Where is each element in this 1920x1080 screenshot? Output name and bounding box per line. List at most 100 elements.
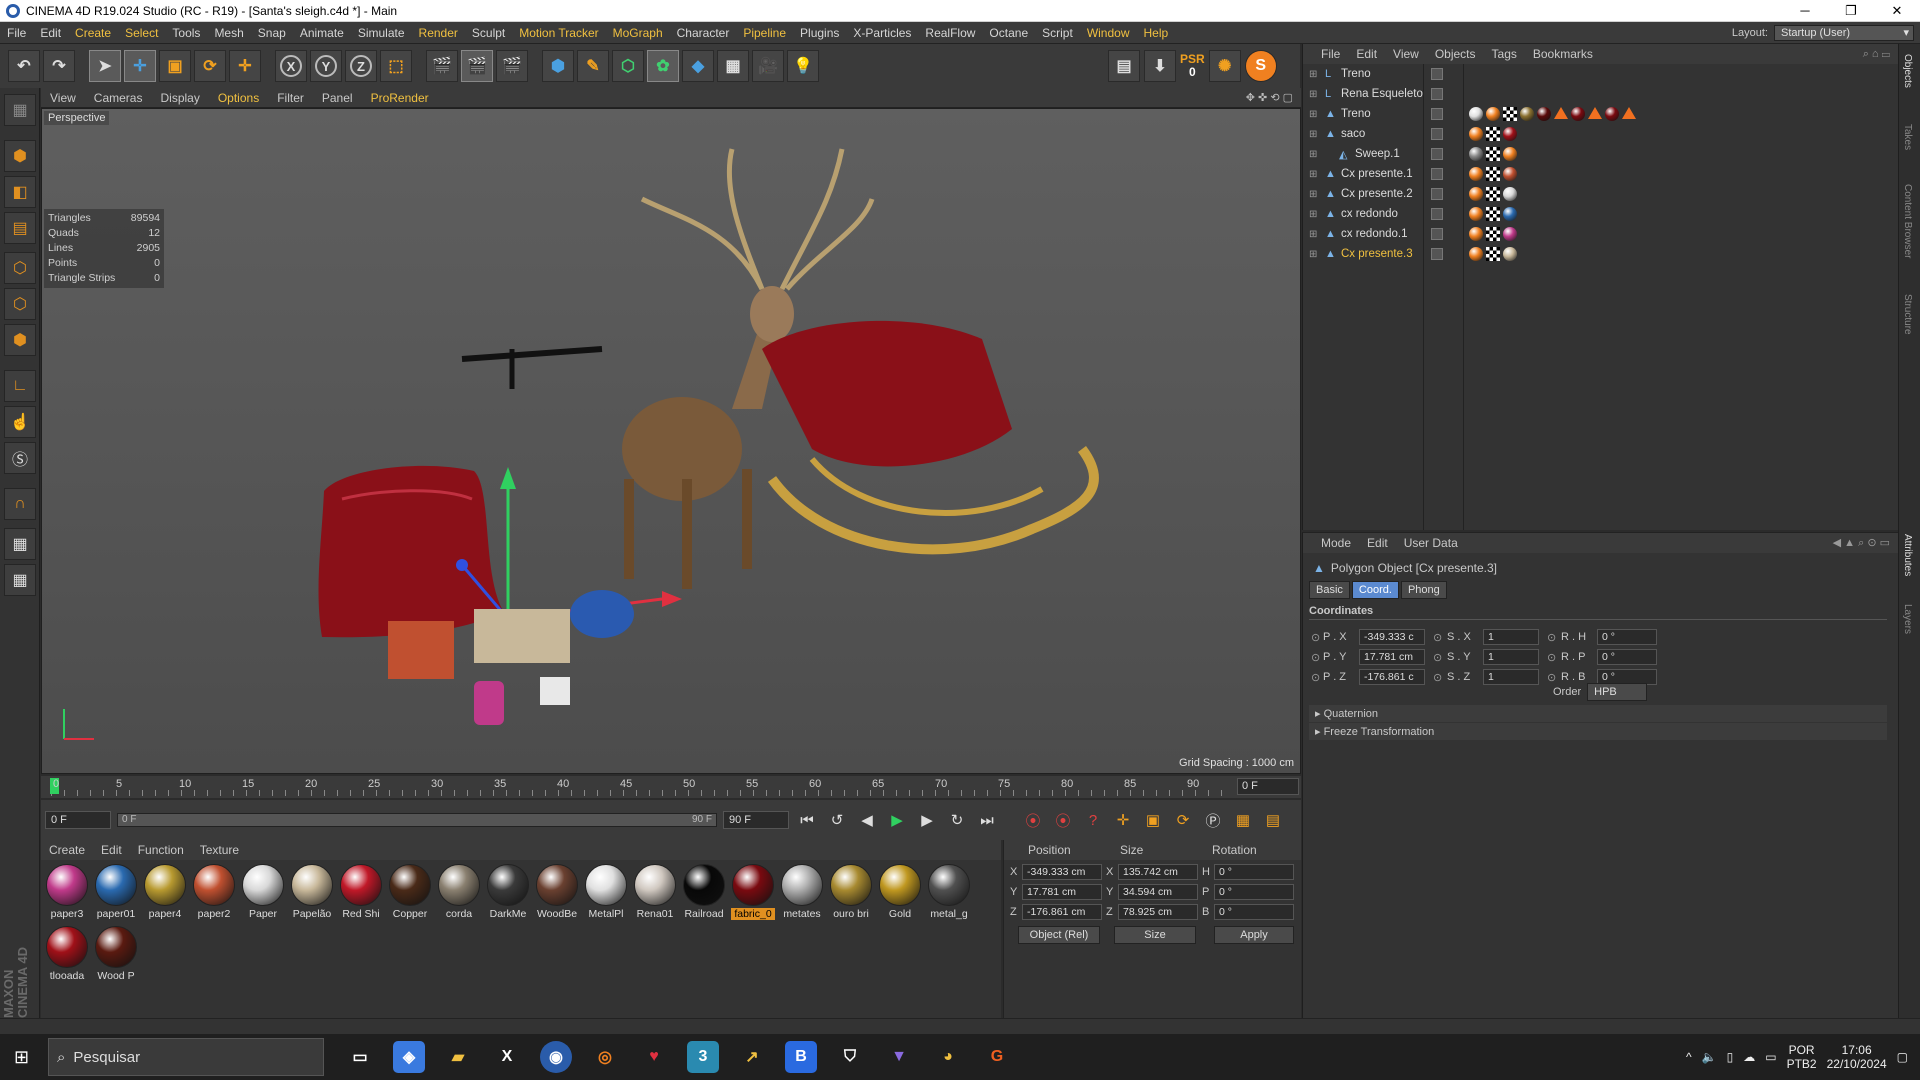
rotation-b-field[interactable]: 0 ° xyxy=(1214,904,1294,920)
timeline-window-icon[interactable]: ▤ xyxy=(1261,808,1285,832)
tab-coord[interactable]: Coord. xyxy=(1351,581,1399,599)
snap-settings-icon[interactable]: ✺ xyxy=(1208,50,1241,82)
material-swatch[interactable]: paper01 xyxy=(94,864,138,922)
keyframe-dot-icon[interactable]: ⊙ xyxy=(1547,651,1561,664)
texture-tag-icon[interactable] xyxy=(1486,167,1500,181)
menu-tools[interactable]: Tools xyxy=(165,26,207,40)
attr-scale-field[interactable]: 1 xyxy=(1483,629,1539,645)
size-x-field[interactable]: 135.742 cm xyxy=(1118,864,1198,880)
object-row[interactable]: ⊞ ▲ Cx presente.2 xyxy=(1303,184,1899,204)
light-icon[interactable]: 💡 xyxy=(787,50,819,82)
timeline-ruler[interactable]: 0 5 10 15 20 25 30 35 40 45 50 55 60 65 … xyxy=(41,776,1301,798)
size-y-field[interactable]: 34.594 cm xyxy=(1118,884,1198,900)
mat-menu-texture[interactable]: Texture xyxy=(192,843,247,857)
material-swatch[interactable]: metal_g xyxy=(927,864,971,922)
coordinate-system-icon[interactable]: ⬚ xyxy=(380,50,412,82)
menu-plugins[interactable]: Plugins xyxy=(793,26,846,40)
texture-tag-icon[interactable] xyxy=(1486,127,1500,141)
shortcut-app-icon[interactable]: ↗ xyxy=(736,1041,768,1073)
menu-select[interactable]: Select xyxy=(118,26,165,40)
strip-tab-takes[interactable]: Takes xyxy=(1902,124,1913,150)
visibility-toggle[interactable] xyxy=(1431,128,1443,140)
obj-menu-bookmarks[interactable]: Bookmarks xyxy=(1525,47,1601,61)
object-row[interactable]: ⊞ ▲ Cx presente.1 xyxy=(1303,164,1899,184)
cloud-icon[interactable]: ☁ xyxy=(1743,1050,1755,1064)
expand-icon[interactable]: ⊞ xyxy=(1309,249,1317,260)
visibility-toggle[interactable] xyxy=(1431,168,1443,180)
s-plugin-icon[interactable]: S xyxy=(1244,50,1277,82)
material-swatch[interactable]: Red Shi xyxy=(339,864,383,922)
subdivision-surface-icon[interactable]: ⬡ xyxy=(612,50,644,82)
expand-icon[interactable]: ⊞ xyxy=(1309,89,1317,100)
obj-menu-file[interactable]: File xyxy=(1313,47,1348,61)
key-parameter-icon[interactable]: Ⓟ xyxy=(1201,808,1225,832)
redo-icon[interactable]: ↷ xyxy=(43,50,75,82)
strip-tab-attributes[interactable]: Attributes xyxy=(1902,534,1913,576)
menu-render[interactable]: Render xyxy=(412,26,465,40)
coord-mode-dropdown[interactable]: Object (Rel) xyxy=(1018,926,1100,944)
tweak-mode-icon[interactable]: ☝ xyxy=(4,406,36,438)
strip-tab-objects[interactable]: Objects xyxy=(1902,54,1913,88)
next-key-icon[interactable]: ↻ xyxy=(945,808,969,832)
texture-tag-icon[interactable] xyxy=(1486,207,1500,221)
material-swatch[interactable]: paper4 xyxy=(143,864,187,922)
language-indicator[interactable]: POR PTB2 xyxy=(1787,1043,1817,1071)
tab-basic[interactable]: Basic xyxy=(1309,581,1350,599)
position-y-field[interactable]: 17.781 cm xyxy=(1022,884,1102,900)
material-swatch[interactable]: Papelão xyxy=(290,864,334,922)
visibility-toggle[interactable] xyxy=(1431,248,1443,260)
menu-animate[interactable]: Animate xyxy=(293,26,351,40)
visibility-toggle[interactable] xyxy=(1431,228,1443,240)
attr-rotation-field[interactable]: 0 ° xyxy=(1597,629,1657,645)
material-tag-icon[interactable] xyxy=(1605,107,1619,121)
keyframe-dot-icon[interactable]: ⊙ xyxy=(1433,671,1447,684)
attr-menu-mode[interactable]: Mode xyxy=(1313,536,1359,550)
material-swatch[interactable]: tlooada xyxy=(45,926,89,984)
material-swatch[interactable]: corda xyxy=(437,864,481,922)
attr-menu-edit[interactable]: Edit xyxy=(1359,536,1396,550)
object-manager-search-icon[interactable]: ⌕ ⌂ ▭ xyxy=(1863,48,1898,61)
grid-lock-icon[interactable]: ▦ xyxy=(4,528,36,560)
windows-start-icon[interactable]: ⊞ xyxy=(14,1047,29,1068)
viewport-navigation-icons[interactable]: ✥ ✜ ⟲ ▢ xyxy=(1246,91,1301,104)
viewport-menu-cameras[interactable]: Cameras xyxy=(85,91,152,105)
attr-menu-user-data[interactable]: User Data xyxy=(1396,536,1466,550)
workplane-icon[interactable]: ▦ xyxy=(4,94,36,126)
material-tag-icon[interactable] xyxy=(1469,227,1483,241)
keyframe-dot-icon[interactable]: ⊙ xyxy=(1547,631,1561,644)
menu-x-particles[interactable]: X-Particles xyxy=(846,26,918,40)
b-app-icon[interactable]: B xyxy=(785,1041,817,1073)
restore-icon[interactable]: ❐ xyxy=(1828,3,1874,19)
shield-app-icon[interactable]: ⛉ xyxy=(834,1041,866,1073)
menu-simulate[interactable]: Simulate xyxy=(351,26,412,40)
size-z-field[interactable]: 78.925 cm xyxy=(1118,904,1198,920)
rotate-tool-icon[interactable]: ⟳ xyxy=(194,50,226,82)
material-tag-icon[interactable] xyxy=(1537,107,1551,121)
task-view-icon[interactable]: ▭ xyxy=(344,1041,376,1073)
notifications-icon[interactable]: ▢ xyxy=(1897,1050,1908,1064)
menu-mesh[interactable]: Mesh xyxy=(207,26,250,40)
material-tag-icon[interactable] xyxy=(1469,127,1483,141)
play-icon[interactable]: ▶ xyxy=(885,808,909,832)
menu-octane[interactable]: Octane xyxy=(982,26,1035,40)
record-active-icon[interactable]: ⦿ xyxy=(1021,808,1045,832)
layout-dropdown[interactable]: Startup (User) xyxy=(1774,24,1914,41)
deformer-icon[interactable]: ◆ xyxy=(682,50,714,82)
material-swatch[interactable]: Gold xyxy=(878,864,922,922)
visibility-toggle[interactable] xyxy=(1431,208,1443,220)
strip-tab-structure[interactable]: Structure xyxy=(1902,294,1913,335)
expand-icon[interactable]: ⊞ xyxy=(1309,229,1317,240)
menu-help[interactable]: Help xyxy=(1137,26,1176,40)
texture-tag-icon[interactable] xyxy=(1486,147,1500,161)
material-swatch[interactable]: ouro bri xyxy=(829,864,873,922)
warning-tag-icon[interactable] xyxy=(1622,107,1636,119)
texture-tag-icon[interactable] xyxy=(1486,247,1500,261)
material-tag-icon[interactable] xyxy=(1469,187,1483,201)
material-swatch[interactable]: Copper xyxy=(388,864,432,922)
attr-position-field[interactable]: 17.781 cm xyxy=(1359,649,1425,665)
texture-tag-icon[interactable] xyxy=(1486,227,1500,241)
app-3-icon[interactable]: 3 xyxy=(687,1041,719,1073)
texture-tag-icon[interactable] xyxy=(1486,187,1500,201)
edges-mode-icon[interactable]: ⬡ xyxy=(4,288,36,320)
menu-mograph[interactable]: MoGraph xyxy=(606,26,670,40)
